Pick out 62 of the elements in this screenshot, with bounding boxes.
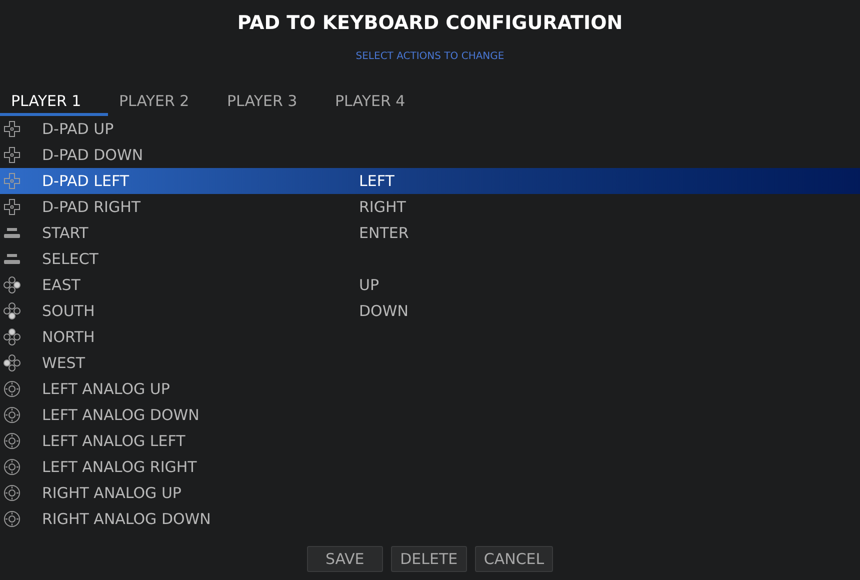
action-row[interactable]: D-PAD UP xyxy=(0,116,860,142)
key-binding: RIGHT xyxy=(359,196,406,218)
action-row[interactable]: D-PAD LEFT LEFT xyxy=(0,168,860,194)
action-row[interactable]: LEFT ANALOG DOWN xyxy=(0,402,860,428)
action-name: SELECT xyxy=(42,248,100,270)
action-row[interactable]: SOUTH DOWN xyxy=(0,298,860,324)
action-row[interactable]: EAST UP xyxy=(0,272,860,298)
key-binding: UP xyxy=(359,274,380,296)
action-name: RIGHT ANALOG UP xyxy=(42,482,182,504)
face-buttons-icon xyxy=(3,328,21,346)
dialog-button[interactable]: SAVE xyxy=(306,546,383,572)
action-row[interactable]: LEFT ANALOG RIGHT xyxy=(0,454,860,480)
player-tab[interactable]: PLAYER 4 xyxy=(324,90,432,116)
action-name: EAST xyxy=(42,274,82,296)
player-tab[interactable]: PLAYER 1 xyxy=(0,90,108,116)
dialog-title: PAD TO KEYBOARD CONFIGURATION xyxy=(236,11,624,36)
analog-stick-icon xyxy=(3,406,21,424)
key-binding: LEFT xyxy=(359,170,394,192)
analog-stick-icon xyxy=(3,510,21,528)
dpad-icon xyxy=(3,120,21,138)
analog-stick-icon xyxy=(3,432,21,450)
action-name: LEFT ANALOG UP xyxy=(42,378,171,400)
dpad-icon xyxy=(3,146,21,164)
action-row[interactable]: RIGHT ANALOG DOWN xyxy=(0,506,860,532)
analog-stick-icon xyxy=(3,484,21,502)
dpad-icon xyxy=(3,198,21,216)
player-tab[interactable]: PLAYER 2 xyxy=(108,90,216,116)
action-row[interactable]: SELECT xyxy=(0,246,860,272)
action-row[interactable]: WEST xyxy=(0,350,860,376)
action-name: WEST xyxy=(42,352,86,374)
action-name: D-PAD RIGHT xyxy=(42,196,142,218)
action-row[interactable]: D-PAD DOWN xyxy=(0,142,860,168)
subtitle: SELECT ACTIONS TO CHANGE xyxy=(354,50,506,64)
action-name: SOUTH xyxy=(42,300,96,322)
action-name: LEFT ANALOG RIGHT xyxy=(42,456,198,478)
analog-stick-icon xyxy=(3,380,21,398)
dialog-button[interactable]: DELETE xyxy=(390,546,467,572)
dpad-icon xyxy=(3,172,21,190)
key-binding: ENTER xyxy=(359,222,409,244)
key-binding: DOWN xyxy=(359,300,408,322)
action-row[interactable]: D-PAD RIGHT RIGHT xyxy=(0,194,860,220)
action-row[interactable]: START ENTER xyxy=(0,220,860,246)
action-name: D-PAD DOWN xyxy=(42,144,144,166)
action-row[interactable]: RIGHT ANALOG UP xyxy=(0,480,860,506)
action-name: LEFT ANALOG DOWN xyxy=(42,404,200,426)
face-buttons-icon xyxy=(3,302,21,320)
action-name: D-PAD UP xyxy=(42,118,115,140)
face-buttons-icon xyxy=(3,276,21,294)
action-row[interactable]: NORTH xyxy=(0,324,860,350)
action-name: RIGHT ANALOG DOWN xyxy=(42,508,212,530)
action-row[interactable]: LEFT ANALOG UP xyxy=(0,376,860,402)
button-icon xyxy=(3,253,21,265)
action-row[interactable]: LEFT ANALOG LEFT xyxy=(0,428,860,454)
analog-stick-icon xyxy=(3,458,21,476)
button-icon xyxy=(3,227,21,239)
action-name: START xyxy=(42,222,90,244)
player-tab[interactable]: PLAYER 3 xyxy=(216,90,324,116)
action-name: NORTH xyxy=(42,326,96,348)
action-name: D-PAD LEFT xyxy=(42,170,130,192)
dialog-button[interactable]: CANCEL xyxy=(474,546,554,572)
action-name: LEFT ANALOG LEFT xyxy=(42,430,186,452)
face-buttons-icon xyxy=(3,354,21,372)
